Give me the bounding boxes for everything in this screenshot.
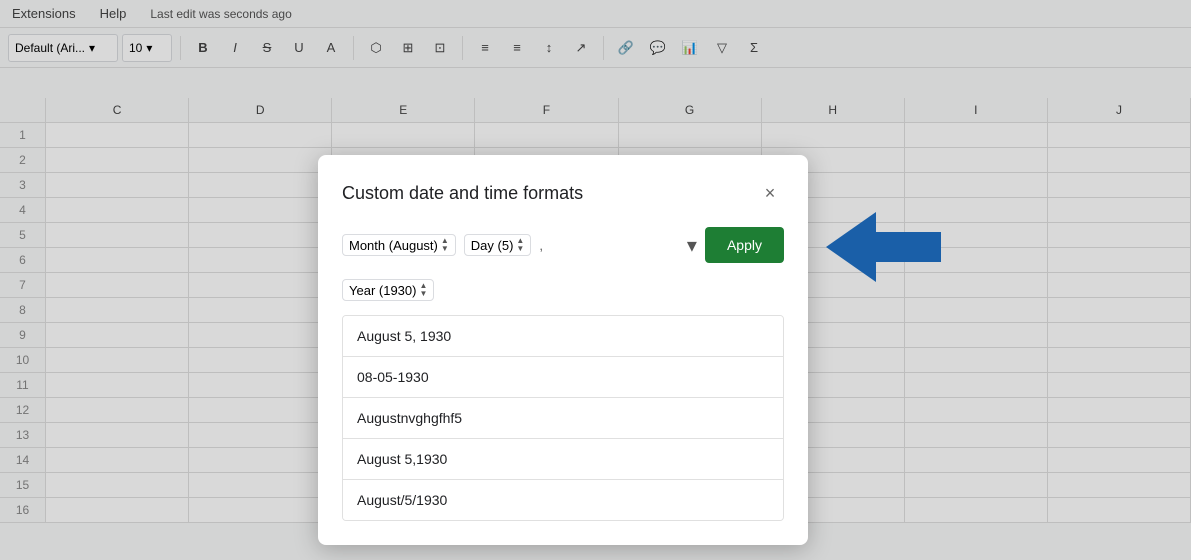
apply-button[interactable]: Apply [705,227,784,263]
preview-item-2[interactable]: Augustnvghgfhf5 [343,398,783,439]
format-row-dropdown-icon[interactable]: ▾ [687,233,697,258]
dialog-close-button[interactable]: × [756,179,784,207]
arrow-body [876,232,941,262]
arrow-indicator [826,212,941,282]
year-format-chip[interactable]: Year (1930) ▲▼ [342,279,434,301]
year-format-label: Year (1930) [349,283,416,298]
month-format-chip[interactable]: Month (August) ▲▼ [342,234,456,256]
year-row: Year (1930) ▲▼ [342,279,434,301]
month-format-label: Month (August) [349,238,438,253]
day-format-label: Day (5) [471,238,514,253]
year-chip-arrows: ▲▼ [419,282,427,298]
preview-item-1[interactable]: 08-05-1930 [343,357,783,398]
day-format-chip[interactable]: Day (5) ▲▼ [464,234,532,256]
preview-list: August 5, 1930 08-05-1930 Augustnvghgfhf… [342,315,784,521]
arrow-head [826,212,876,282]
month-chip-arrows: ▲▼ [441,237,449,253]
format-separator: , [539,238,543,253]
preview-item-4[interactable]: August/5/1930 [343,480,783,520]
dialog-header: Custom date and time formats × [342,179,784,207]
day-chip-arrows: ▲▼ [516,237,524,253]
custom-date-time-dialog: Custom date and time formats × Month (Au… [318,155,808,545]
preview-item-0[interactable]: August 5, 1930 [343,316,783,357]
dialog-title: Custom date and time formats [342,183,583,204]
format-controls: Month (August) ▲▼ Day (5) ▲▼ , ▾ Apply Y… [342,227,784,301]
preview-item-3[interactable]: August 5,1930 [343,439,783,480]
